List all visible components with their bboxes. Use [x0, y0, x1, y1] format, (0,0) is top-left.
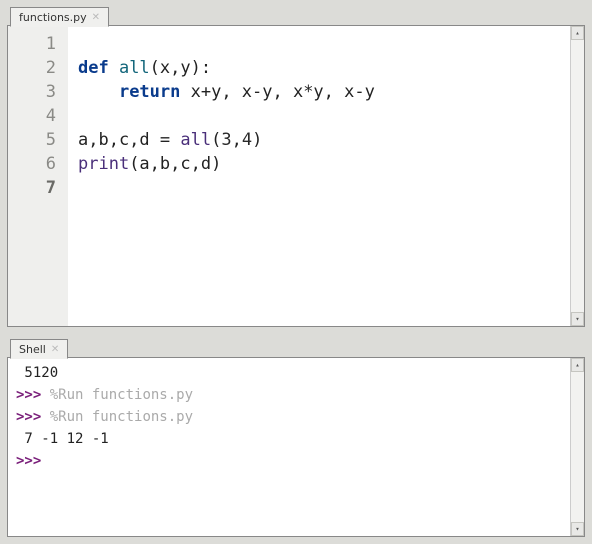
- scroll-down-button[interactable]: ▾: [571, 522, 584, 536]
- shell-scrollbar[interactable]: ▴ ▾: [570, 358, 584, 536]
- scroll-down-button[interactable]: ▾: [571, 312, 584, 326]
- triangle-down-icon: ▾: [575, 315, 579, 323]
- editor-body: 1234567 def all(x,y): return x+y, x-y, x…: [8, 26, 570, 326]
- editor-scrollbar[interactable]: ▴ ▾: [570, 26, 584, 326]
- line-number: 5: [8, 128, 68, 152]
- shell-panel: Shell ✕ 5120>>> %Run functions.py>>> %Ru…: [7, 357, 585, 537]
- shell-tab-label: Shell: [19, 343, 46, 356]
- line-number: 7: [8, 176, 68, 200]
- shell-line: >>>: [16, 450, 570, 472]
- code-line: return x+y, x-y, x*y, x-y: [78, 80, 570, 104]
- close-icon[interactable]: ✕: [92, 13, 100, 23]
- line-number: 4: [8, 104, 68, 128]
- line-number: 6: [8, 152, 68, 176]
- line-number-gutter: 1234567: [8, 26, 68, 326]
- shell-area[interactable]: 5120>>> %Run functions.py>>> %Run functi…: [8, 358, 570, 536]
- editor-tab[interactable]: functions.py ✕: [10, 7, 109, 27]
- shell-line: 5120: [16, 362, 570, 384]
- shell-line: >>> %Run functions.py: [16, 384, 570, 406]
- scroll-up-button[interactable]: ▴: [571, 26, 584, 40]
- line-number: 2: [8, 56, 68, 80]
- triangle-down-icon: ▾: [575, 525, 579, 533]
- code-line: [78, 32, 570, 56]
- triangle-up-icon: ▴: [575, 361, 579, 369]
- editor-tab-label: functions.py: [19, 11, 87, 24]
- shell-line: >>> %Run functions.py: [16, 406, 570, 428]
- code-line: print(a,b,c,d): [78, 152, 570, 176]
- code-area[interactable]: def all(x,y): return x+y, x-y, x*y, x-y …: [68, 26, 570, 326]
- close-icon[interactable]: ✕: [51, 345, 59, 355]
- code-line: a,b,c,d = all(3,4): [78, 128, 570, 152]
- code-line: [78, 104, 570, 128]
- code-line: def all(x,y):: [78, 56, 570, 80]
- shell-tab[interactable]: Shell ✕: [10, 339, 68, 359]
- line-number: 3: [8, 80, 68, 104]
- line-number: 1: [8, 32, 68, 56]
- editor-panel: functions.py ✕ 1234567 def all(x,y): ret…: [7, 25, 585, 327]
- scroll-up-button[interactable]: ▴: [571, 358, 584, 372]
- triangle-up-icon: ▴: [575, 29, 579, 37]
- code-line: [78, 176, 570, 200]
- shell-line: 7 -1 12 -1: [16, 428, 570, 450]
